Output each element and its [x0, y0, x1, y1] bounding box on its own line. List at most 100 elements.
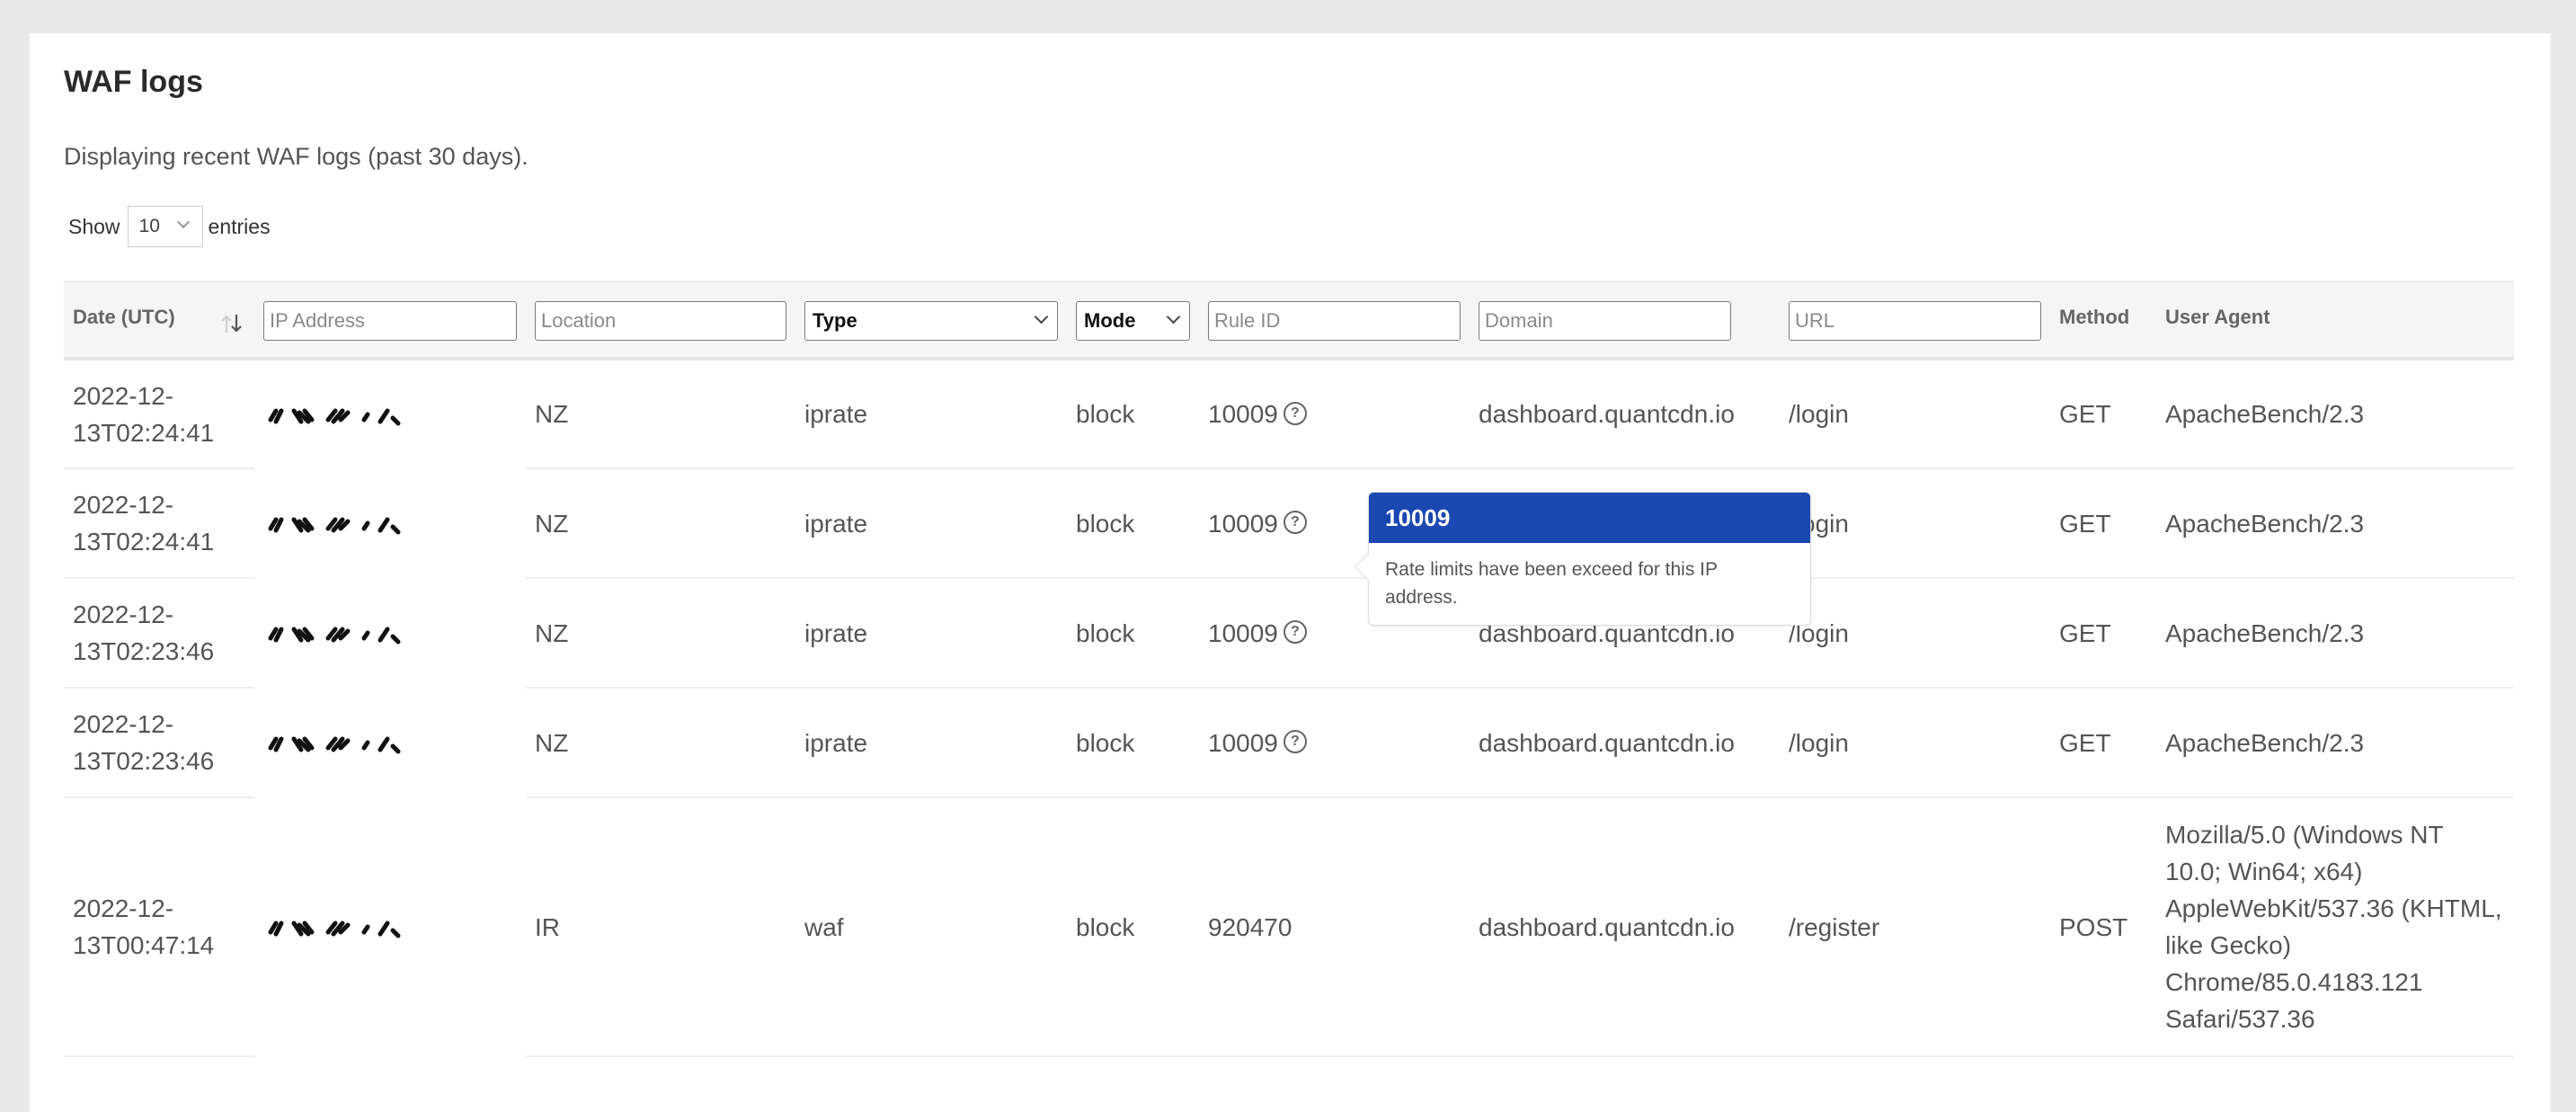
cell-date: 2022-12- 13T02:24:41	[64, 359, 254, 469]
cell-date: 2022-12- 13T00:47:14	[64, 797, 254, 1057]
chevron-down-icon	[176, 215, 190, 229]
page-title: WAF logs	[64, 65, 203, 99]
table-row[interactable]: 2022-12- 13T02:24:41 NZ iprate block 1000…	[64, 359, 2514, 469]
type-filter-select[interactable]: Type	[804, 301, 1058, 341]
cell-type: iprate	[795, 468, 1067, 579]
length-suffix: entries	[208, 214, 271, 238]
cell-location: NZ	[526, 468, 795, 579]
cell-date: 2022-12- 13T02:24:41	[64, 468, 254, 579]
cell-location: NZ	[526, 688, 795, 798]
cell-ip-address	[254, 688, 526, 798]
cell-ip-address	[254, 797, 526, 1057]
help-circle-icon[interactable]: ?	[1283, 511, 1307, 535]
cell-mode: block	[1067, 797, 1199, 1057]
cell-date: 2022-12- 13T02:23:46	[64, 688, 254, 798]
table-row[interactable]: 2022-12- 13T02:24:41 NZ iprate block 1000…	[64, 468, 2514, 579]
redacted-ip-scribble	[268, 517, 401, 535]
domain-filter-input[interactable]	[1479, 301, 1731, 341]
cell-type: iprate	[795, 688, 1067, 798]
cell-ip-address	[254, 359, 526, 469]
column-header-ip	[254, 280, 526, 360]
date-line-1: 2022-12-	[73, 600, 174, 628]
cell-date: 2022-12- 13T02:23:46	[64, 578, 254, 689]
date-line-2: 13T02:23:46	[73, 747, 215, 775]
entries-length-control: Show 10 entries	[68, 205, 271, 248]
mode-filter-value: Mode	[1084, 309, 1136, 332]
cell-rule-id: 10009?	[1199, 359, 1470, 469]
date-line-2: 13T02:24:41	[73, 418, 215, 447]
rule-id-value: 10009	[1208, 728, 1278, 757]
cell-mode: block	[1067, 468, 1199, 579]
help-circle-icon[interactable]: ?	[1283, 620, 1307, 645]
date-line-1: 2022-12-	[73, 710, 174, 738]
cell-rule-id: 10009?	[1199, 688, 1470, 798]
cell-url: /login	[1780, 578, 2050, 689]
cell-ip-address	[254, 578, 526, 689]
date-header-label: Date (UTC)	[73, 306, 175, 328]
date-line-2: 13T02:23:46	[73, 637, 215, 665]
ip-address-filter-input[interactable]	[263, 301, 517, 341]
length-prefix: Show	[68, 214, 120, 238]
mode-filter-select[interactable]: Mode	[1076, 301, 1190, 341]
cell-mode: block	[1067, 688, 1199, 798]
chevron-down-icon	[1034, 309, 1049, 325]
rule-id-value: 10009	[1208, 618, 1278, 647]
help-circle-icon[interactable]: ?	[1283, 401, 1307, 425]
redacted-ip-scribble	[268, 408, 401, 426]
popover-body: Rate limits have been exceed for this IP…	[1385, 559, 1718, 608]
help-circle-icon[interactable]: ?	[1283, 730, 1307, 754]
location-filter-input[interactable]	[535, 301, 786, 341]
cell-location: NZ	[526, 359, 795, 469]
cell-user-agent: ApacheBench/2.3	[2156, 468, 2514, 579]
chevron-down-icon	[1166, 309, 1181, 325]
rule-id-value: 920470	[1208, 912, 1292, 941]
rule-id-value: 10009	[1208, 509, 1278, 538]
cell-user-agent: ApacheBench/2.3	[2156, 688, 2514, 798]
url-filter-input[interactable]	[1789, 301, 2041, 341]
redacted-ip-scribble	[268, 736, 401, 754]
cell-type: waf	[795, 797, 1067, 1057]
column-header-rule-id	[1199, 280, 1470, 360]
table-row[interactable]: 2022-12- 13T02:23:46 NZ iprate block 1000…	[64, 578, 2514, 689]
waf-logs-table: Date (UTC) Type	[64, 280, 2514, 1057]
popover-title: 10009	[1369, 493, 1810, 543]
column-header-type: Type	[795, 280, 1067, 360]
column-header-date[interactable]: Date (UTC)	[64, 280, 254, 360]
column-header-mode: Mode	[1067, 280, 1199, 360]
cell-method: GET	[2050, 578, 2156, 689]
rule-info-popover: 10009 Rate limits have been exceed for t…	[1354, 492, 1811, 626]
cell-user-agent: ApacheBench/2.3	[2156, 578, 2514, 689]
cell-ip-address	[254, 468, 526, 579]
cell-domain: dashboard.quantcdn.io	[1470, 797, 1780, 1057]
cell-method: GET	[2050, 688, 2156, 798]
table-header-row: Date (UTC) Type	[64, 280, 2514, 360]
cell-method: GET	[2050, 468, 2156, 579]
rule-id-filter-input[interactable]	[1208, 301, 1461, 341]
date-line-1: 2022-12-	[73, 894, 174, 922]
column-header-user-agent: User Agent	[2156, 280, 2514, 360]
redacted-ip-scribble	[268, 921, 401, 939]
cell-method: GET	[2050, 359, 2156, 469]
type-filter-value: Type	[813, 309, 857, 332]
table-row[interactable]: 2022-12- 13T00:47:14 IR waf block 920470 …	[64, 797, 2514, 1057]
column-header-domain	[1470, 280, 1780, 360]
date-line-2: 13T00:47:14	[73, 931, 215, 959]
entries-per-page-value: 10	[138, 216, 160, 236]
column-header-method: Method	[2050, 280, 2156, 360]
cell-method: POST	[2050, 797, 2156, 1057]
cell-user-agent: ApacheBench/2.3	[2156, 359, 2514, 469]
cell-url: /login	[1780, 688, 2050, 798]
rule-id-value: 10009	[1208, 400, 1278, 428]
cell-mode: block	[1067, 359, 1199, 469]
cell-domain: dashboard.quantcdn.io	[1470, 688, 1780, 798]
table-row[interactable]: 2022-12- 13T02:23:46 NZ iprate block 1000…	[64, 688, 2514, 798]
date-line-1: 2022-12-	[73, 491, 174, 519]
cell-url: /login	[1780, 359, 2050, 469]
waf-logs-card: WAF logs Displaying recent WAF logs (pas…	[30, 33, 2551, 1112]
cell-domain: dashboard.quantcdn.io	[1470, 359, 1780, 469]
cell-mode: block	[1067, 578, 1199, 689]
cell-user-agent: Mozilla/5.0 (Windows NT 10.0; Win64; x64…	[2156, 797, 2514, 1057]
entries-per-page-select[interactable]: 10	[127, 206, 203, 247]
sort-descending-icon[interactable]	[219, 313, 246, 334]
date-line-1: 2022-12-	[73, 381, 174, 410]
